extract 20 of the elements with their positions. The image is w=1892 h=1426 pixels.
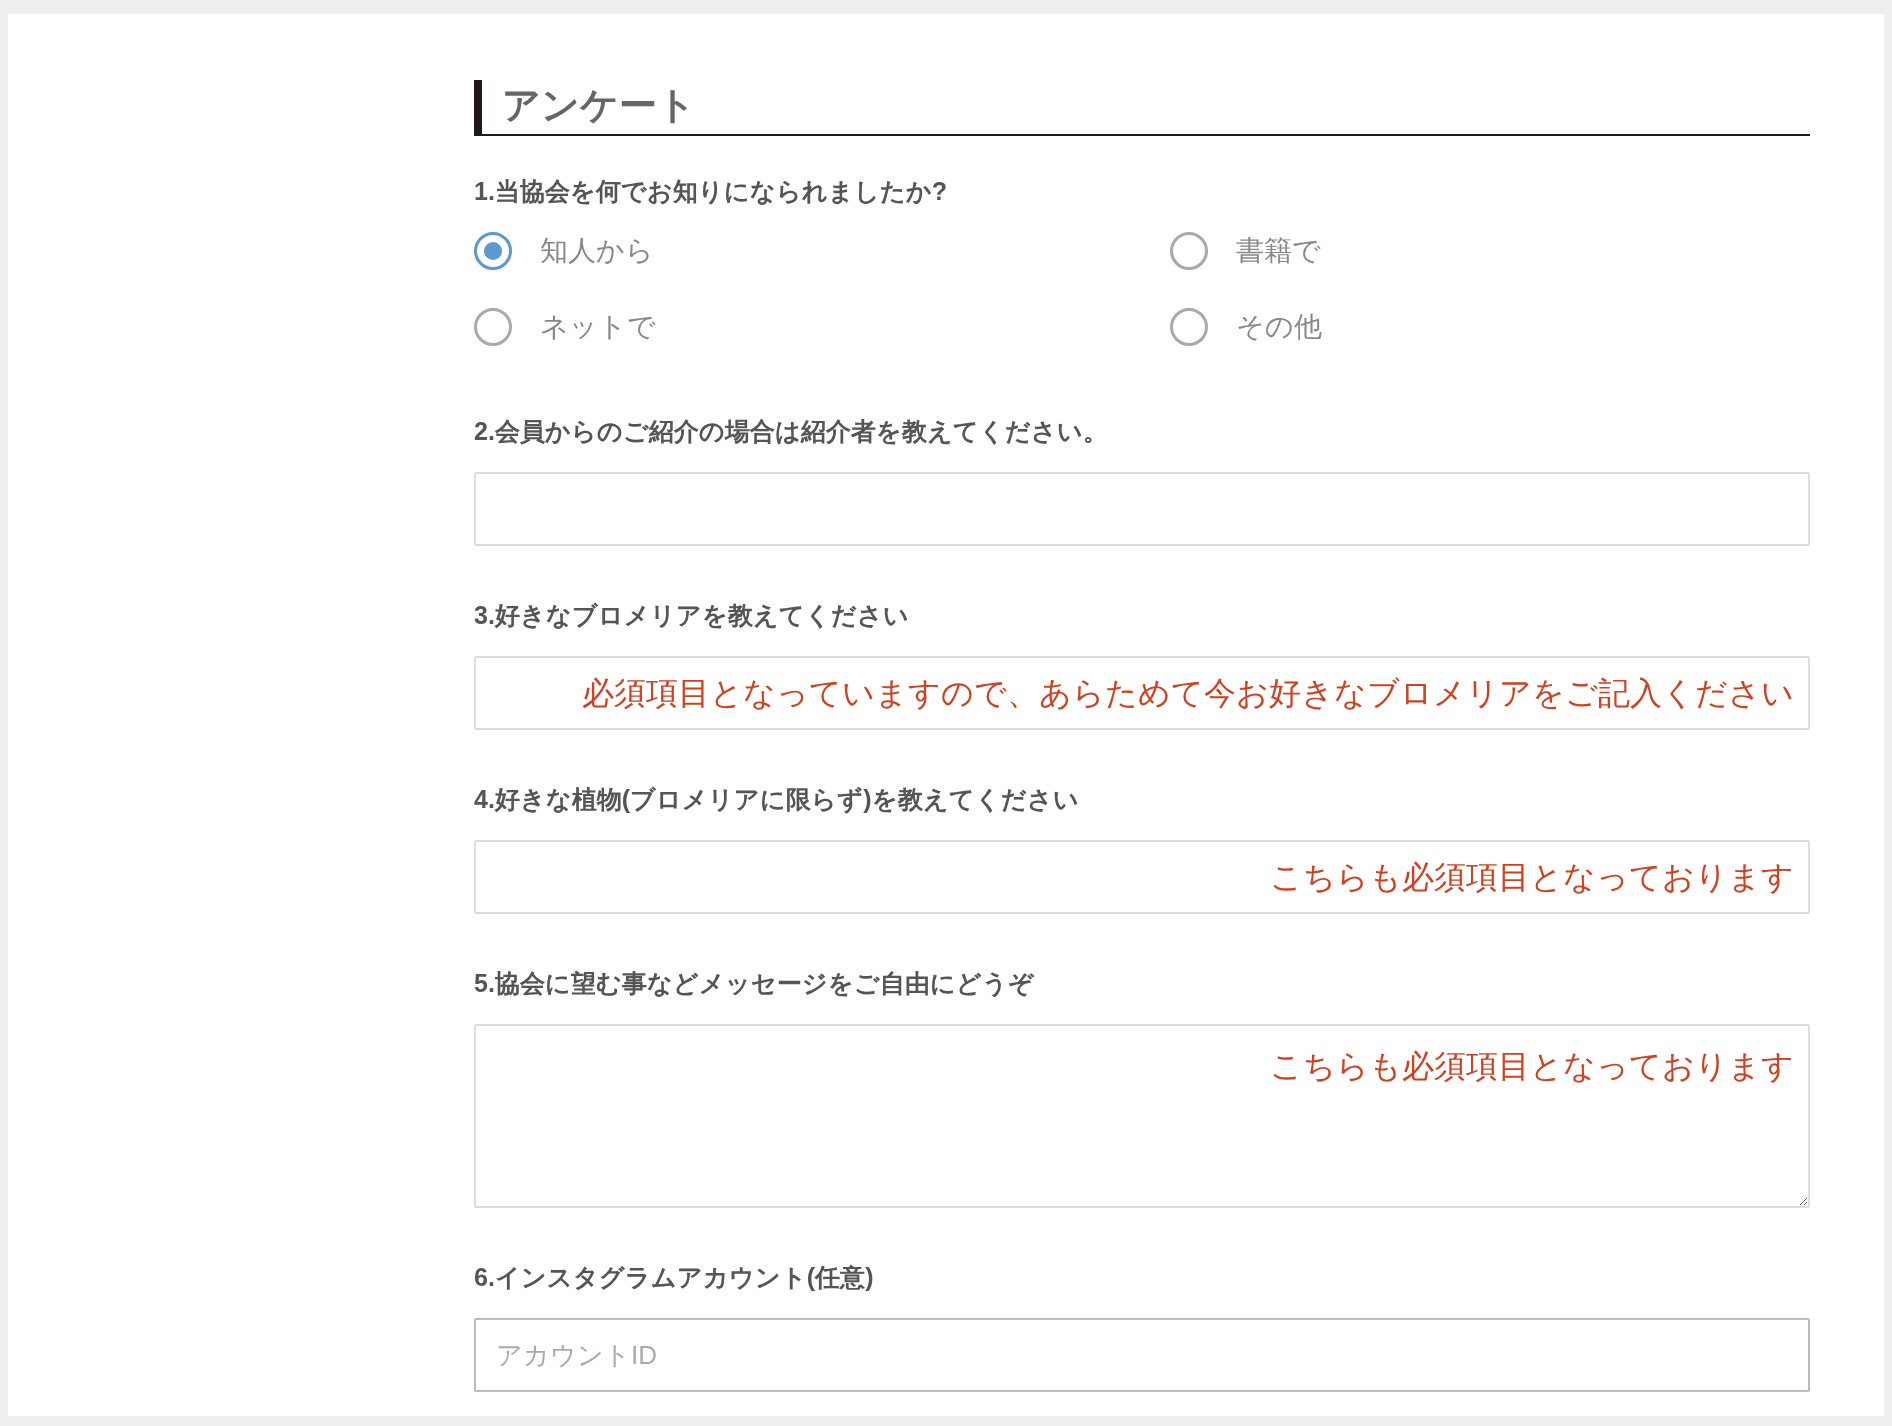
text-field[interactable]: こちらも必須項目となっております	[474, 840, 1810, 914]
text-field[interactable]	[474, 472, 1810, 546]
question-label: 2.会員からのご紹介の場合は紹介者を教えてください。	[474, 416, 1109, 447]
question-label: 5.協会に望む事などメッセージをご自由にどうぞ	[474, 968, 1035, 999]
question-label: 6.インスタグラムアカウント(任意)	[474, 1262, 875, 1293]
option-label[interactable]: ネットで	[540, 309, 656, 345]
question-label: 4.好きな植物(ブロメリアに限らず)を教えてください	[474, 784, 1080, 816]
text-field[interactable]: 必須項目となっていますので、あらためて今お好きなブロメリアをご記入ください	[474, 656, 1810, 730]
option-label[interactable]: その他	[1236, 309, 1322, 345]
question-label: 1.当協会を何でお知りになられましたか?	[474, 176, 949, 207]
option-label[interactable]: 知人から	[540, 233, 654, 269]
section-heading: アンケート	[474, 80, 1810, 136]
question-label: 3.好きなブロメリアを教えてください	[474, 600, 910, 631]
radio-button[interactable]	[474, 308, 512, 346]
radio-button[interactable]	[1170, 232, 1208, 270]
option-label[interactable]: 書籍で	[1236, 233, 1321, 269]
radio-button[interactable]	[1170, 308, 1208, 346]
message-field[interactable]: こちらも必須項目となっております	[474, 1024, 1810, 1208]
radio-button[interactable]	[474, 232, 512, 270]
text-field[interactable]: アカウントID	[474, 1318, 1810, 1392]
